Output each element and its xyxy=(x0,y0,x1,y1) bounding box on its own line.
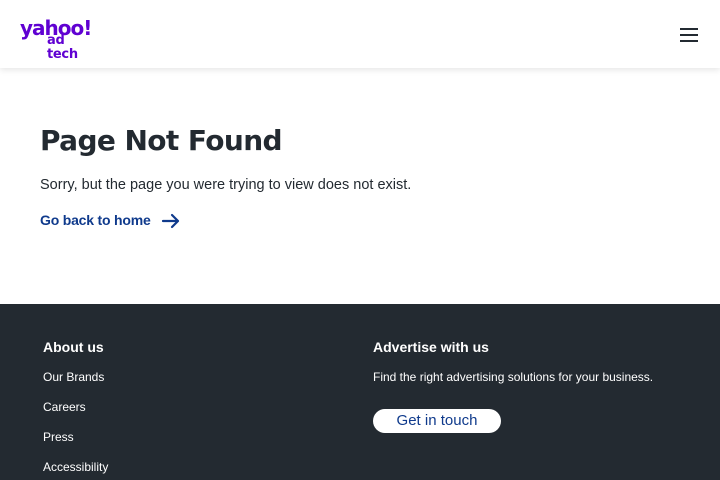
about-us-heading: About us xyxy=(43,339,104,355)
yahoo-ad-tech-logo[interactable]: yahoo! ad tech xyxy=(20,18,98,62)
footer-link-press[interactable]: Press xyxy=(43,430,74,444)
about-links-list: Our Brands Careers Press Accessibility xyxy=(43,368,108,480)
error-message: Sorry, but the page you were trying to v… xyxy=(40,177,412,193)
site-header: yahoo! ad tech xyxy=(0,0,720,68)
list-item: Our Brands xyxy=(43,368,108,398)
site-footer: About us Our Brands Careers Press Access… xyxy=(0,304,720,480)
page-title: Page Not Found xyxy=(40,124,283,157)
footer-link-our-brands[interactable]: Our Brands xyxy=(43,370,104,384)
go-back-home-link[interactable]: Go back to home xyxy=(40,210,181,230)
main-content: Page Not Found Sorry, but the page you w… xyxy=(0,68,720,304)
advertise-description: Find the right advertising solutions for… xyxy=(373,370,654,384)
get-in-touch-button[interactable]: Get in touch xyxy=(373,409,501,433)
list-item: Careers xyxy=(43,398,108,428)
home-link-label: Go back to home xyxy=(40,212,151,228)
footer-link-careers[interactable]: Careers xyxy=(43,400,86,414)
advertise-heading: Advertise with us xyxy=(373,339,489,355)
list-item: Press xyxy=(43,428,108,458)
arrow-right-icon xyxy=(161,213,179,229)
logo-subtitle: ad tech xyxy=(47,33,78,62)
menu-button[interactable] xyxy=(676,24,702,46)
hamburger-menu-icon xyxy=(680,28,698,42)
footer-link-accessibility[interactable]: Accessibility xyxy=(43,460,108,474)
list-item: Accessibility xyxy=(43,458,108,480)
